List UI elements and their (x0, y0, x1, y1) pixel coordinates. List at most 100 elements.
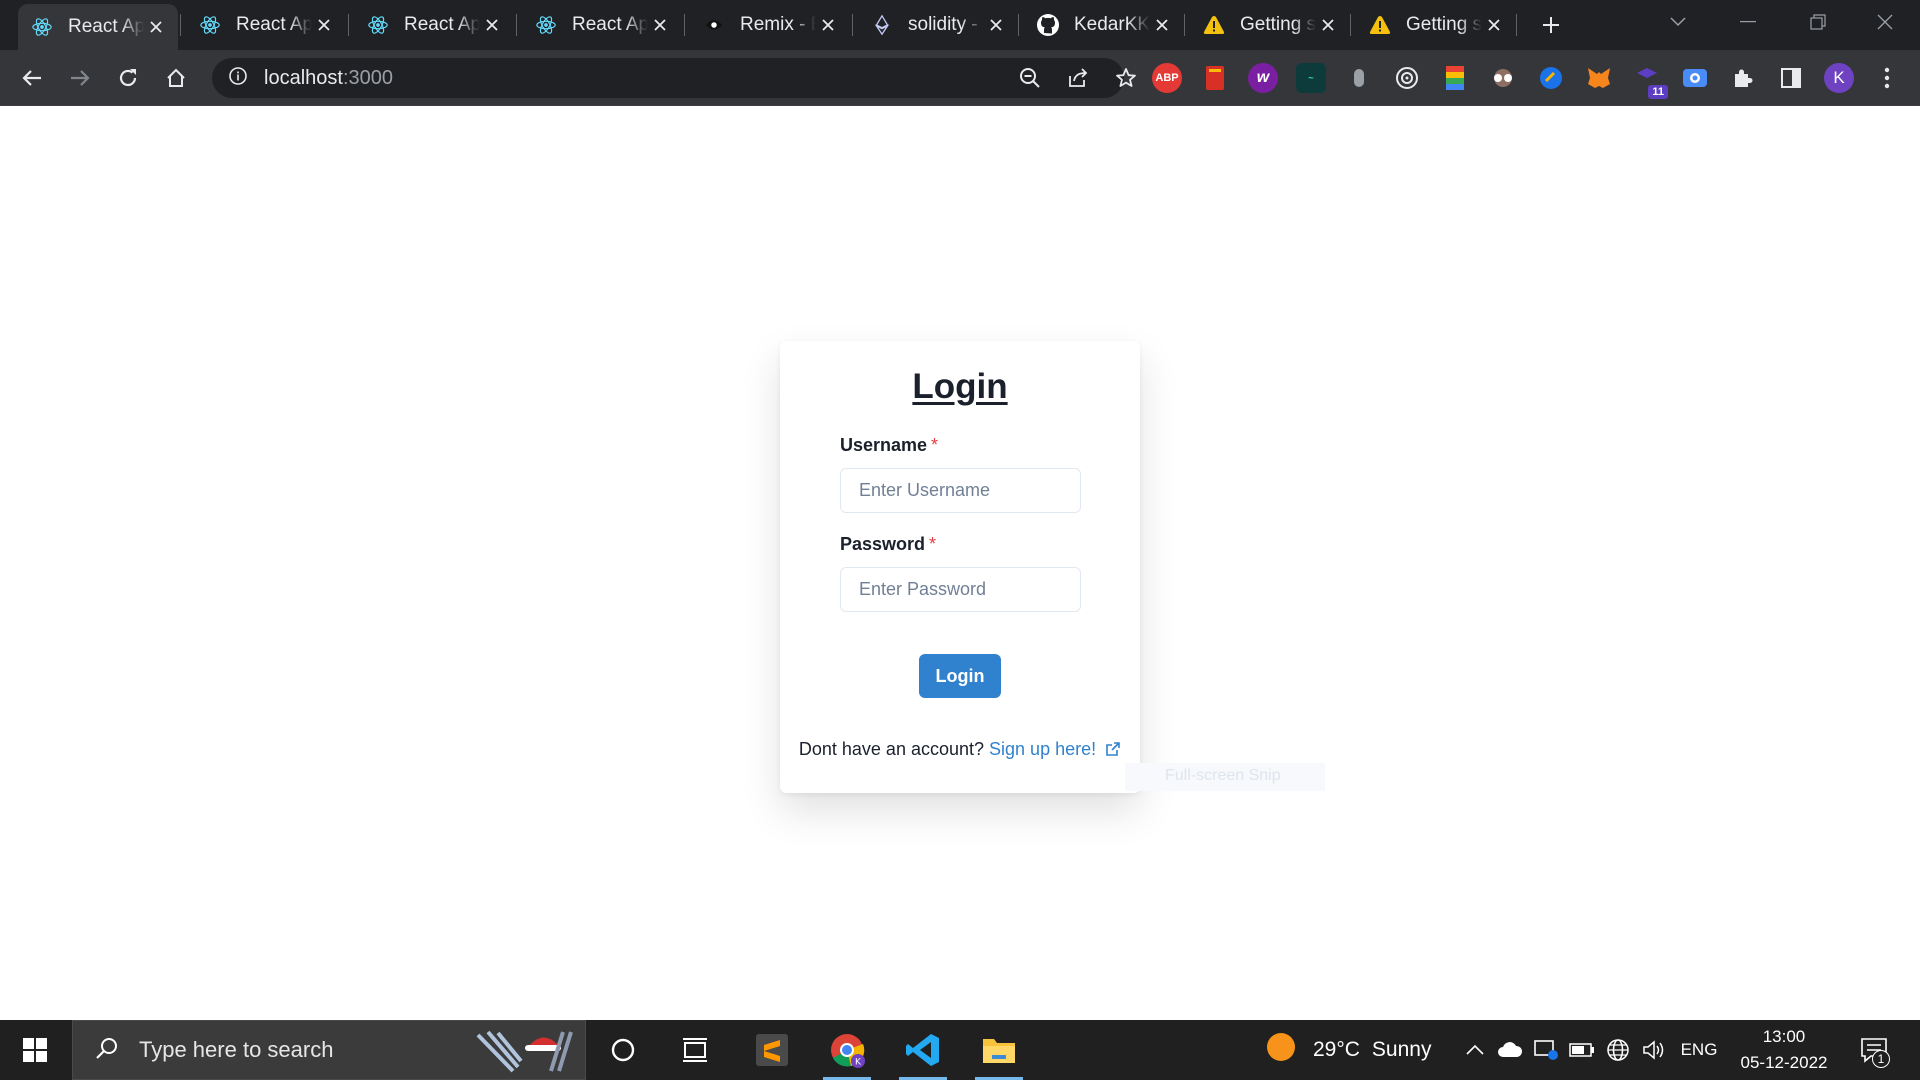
sheets-extension-icon[interactable] (1440, 63, 1470, 93)
close-tab-icon[interactable] (1482, 13, 1506, 37)
tab-react-app-4[interactable]: React App (522, 8, 682, 42)
forward-button[interactable] (60, 58, 100, 98)
extensions-puzzle-icon[interactable] (1728, 63, 1758, 93)
tab-search-button[interactable] (1643, 0, 1713, 44)
password-input[interactable] (840, 567, 1081, 612)
extension-badge: 11 (1648, 85, 1668, 99)
login-button[interactable]: Login (919, 654, 1001, 698)
tab-react-app-2[interactable]: React App (186, 8, 346, 42)
tab-title: React App (572, 14, 648, 35)
clock[interactable]: 13:00 05-12-2022 (1732, 1024, 1836, 1076)
menu-kebab-icon[interactable] (1872, 63, 1902, 93)
weather-widget[interactable]: 29°C Sunny (1265, 1020, 1431, 1080)
bookmark-star-icon[interactable] (1106, 58, 1146, 98)
weather-temp: 29°C (1313, 1038, 1360, 1061)
side-panel-icon[interactable] (1776, 63, 1806, 93)
start-button[interactable] (0, 1020, 70, 1080)
glasses-extension-icon[interactable] (1488, 63, 1518, 93)
screen-capture-extension-icon[interactable] (1680, 63, 1710, 93)
page-content: Login Username* Password* Login Dont hav… (0, 107, 1920, 1020)
reload-button[interactable] (108, 58, 148, 98)
chrome-icon[interactable]: K (812, 1020, 882, 1080)
tab-title: React App (68, 16, 144, 37)
tab-title: solidity - (908, 14, 978, 35)
network-globe-icon[interactable] (1602, 1020, 1634, 1080)
tab-react-app-3[interactable]: React App (354, 8, 514, 42)
close-tab-icon[interactable] (312, 13, 336, 37)
metamask-fox-icon[interactable] (1584, 63, 1614, 93)
new-tab-button[interactable] (1535, 8, 1567, 42)
home-button[interactable] (156, 58, 196, 98)
close-tab-icon[interactable] (1150, 13, 1174, 37)
tab-getting-started-2[interactable]: Getting started (1356, 8, 1516, 42)
tab-title: React App (404, 14, 480, 35)
taskbar-search-box[interactable]: Type here to search (72, 1020, 586, 1080)
url-port: :3000 (342, 66, 393, 89)
close-tab-icon[interactable] (144, 15, 168, 39)
battery-icon[interactable] (1566, 1020, 1598, 1080)
close-tab-icon[interactable] (1316, 13, 1340, 37)
tab-getting-started-1[interactable]: Getting started (1190, 8, 1350, 42)
signup-link[interactable]: Sign up here! (989, 739, 1121, 759)
onedrive-cloud-icon[interactable] (1494, 1020, 1526, 1080)
address-bar[interactable]: localhost:3000 (212, 58, 1136, 98)
cortana-icon[interactable] (588, 1020, 658, 1080)
zoom-icon[interactable] (1010, 58, 1050, 98)
tab-react-app-1[interactable]: React App (18, 4, 178, 50)
tab-title: Getting started (1406, 14, 1482, 35)
profile-avatar[interactable]: K (1824, 63, 1854, 93)
ethereum-icon (870, 13, 894, 37)
react-icon (366, 13, 390, 37)
tab-remix[interactable]: Remix - Ethereum IDE (690, 8, 850, 42)
ragi-extension-icon[interactable]: ~ (1296, 63, 1326, 93)
share-icon[interactable] (1058, 58, 1098, 98)
vscode-icon[interactable] (888, 1020, 958, 1080)
close-tab-icon[interactable] (480, 13, 504, 37)
adblock-label: ABP (1155, 72, 1179, 84)
task-view-icon[interactable] (660, 1020, 730, 1080)
taskbar-search-placeholder: Type here to search (139, 1037, 334, 1062)
adblock-plus-icon[interactable]: ABP (1152, 63, 1182, 93)
close-tab-icon[interactable] (648, 13, 672, 37)
file-explorer-icon[interactable] (964, 1020, 1034, 1080)
tab-title: Remix - Ethereum IDE (740, 14, 816, 35)
language-indicator[interactable]: ENG (1676, 1020, 1722, 1080)
username-label-text: Username (840, 435, 928, 455)
sublime-text-icon[interactable] (737, 1020, 807, 1080)
username-label: Username * (840, 435, 938, 456)
password-label-text: Password (840, 534, 926, 554)
volume-icon[interactable] (1638, 1020, 1670, 1080)
tab-title: KedarKK (1074, 14, 1150, 35)
browser-toolbar: localhost:3000 ABP w ~ 11 K (0, 50, 1920, 106)
mouse-extension-icon[interactable] (1344, 63, 1374, 93)
puzzle-badge-extension-icon[interactable]: 11 (1632, 63, 1668, 99)
tab-solidity[interactable]: solidity - (858, 8, 1018, 42)
required-mark: * (929, 534, 937, 554)
close-tab-icon[interactable] (816, 13, 840, 37)
book-extension-icon[interactable] (1200, 63, 1230, 93)
blue-circle-extension-icon[interactable] (1536, 63, 1566, 93)
url-host: localhost (264, 66, 343, 89)
tab-title: React App (236, 14, 312, 35)
device-sync-icon[interactable] (1530, 1020, 1562, 1080)
username-input[interactable] (840, 468, 1081, 513)
password-label: Password * (840, 534, 936, 555)
required-mark: * (931, 435, 939, 455)
signup-row: Dont have an account? Sign up here! (780, 739, 1140, 760)
login-card: Login Username* Password* Login Dont hav… (780, 341, 1140, 793)
profile-initial: K (1833, 68, 1845, 87)
close-window-button[interactable] (1850, 0, 1920, 44)
close-tab-icon[interactable] (984, 13, 1008, 37)
notification-center-icon[interactable]: 1 (1852, 1020, 1896, 1080)
back-button[interactable] (12, 58, 52, 98)
show-hidden-icons-chevron-icon[interactable] (1460, 1020, 1490, 1080)
info-icon[interactable] (228, 66, 248, 91)
signup-prompt: Dont have an account? (798, 739, 985, 759)
target-extension-icon[interactable] (1392, 63, 1422, 93)
react-icon (534, 13, 558, 37)
react-icon (198, 13, 222, 37)
w-extension-icon[interactable]: w (1248, 63, 1278, 93)
minimize-button[interactable] (1713, 0, 1783, 44)
tab-github[interactable]: KedarKK (1024, 8, 1184, 42)
restore-button[interactable] (1783, 0, 1853, 44)
